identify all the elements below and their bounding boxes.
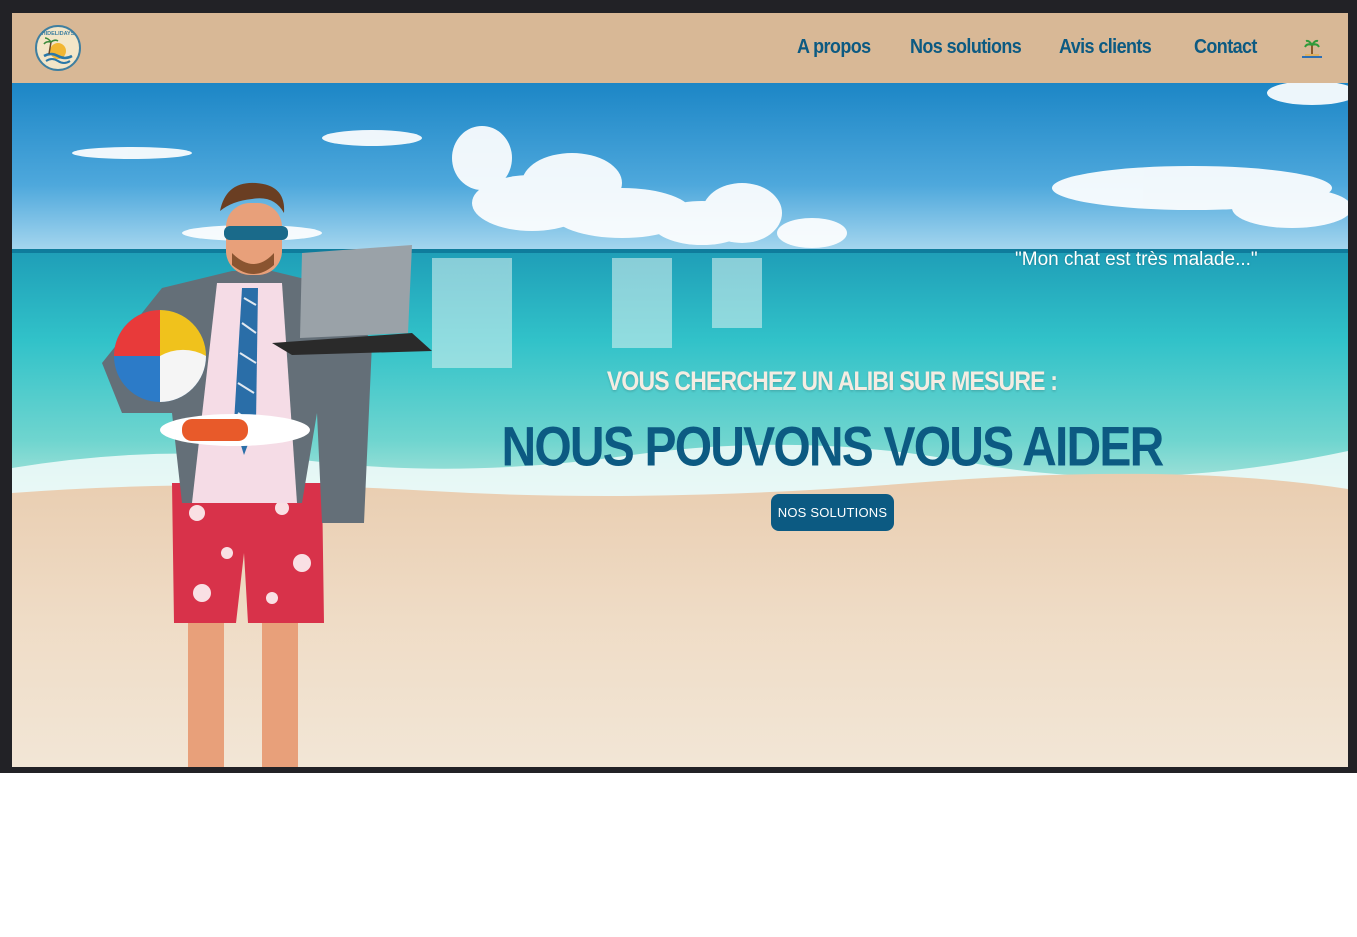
nav-link-avis-clients[interactable]: Avis clients: [1059, 35, 1152, 59]
active-link-underline: [1302, 56, 1322, 58]
window-frame-top: [0, 0, 1357, 13]
window-frame-right: [1348, 13, 1357, 773]
logo-text: HIDELIDAYS: [42, 31, 75, 37]
palm-tree-icon[interactable]: [1302, 38, 1322, 58]
hero-headline: NOUS POUVONS VOUS AIDER: [501, 417, 1165, 479]
nos-solutions-button[interactable]: NOS SOLUTIONS: [771, 494, 894, 531]
nav-link-a-propos[interactable]: A propos: [797, 35, 871, 59]
nav-link-contact[interactable]: Contact: [1194, 35, 1257, 59]
nav-link-nos-solutions[interactable]: Nos solutions: [910, 35, 1022, 59]
window-frame-bottom: [0, 767, 1357, 773]
window-frame-left: [0, 13, 12, 773]
hero-section: "Mon chat est très malade..." VOUS CHERC…: [12, 83, 1348, 767]
hero-subtitle: VOUS CHERCHEZ UN ALIBI SUR MESURE :: [606, 366, 1058, 396]
hero-quote: "Mon chat est très malade...": [1015, 249, 1258, 270]
navbar: HIDELIDAYS A propos Nos solutions Avis c…: [12, 13, 1348, 83]
hidelidays-logo[interactable]: HIDELIDAYS: [34, 24, 82, 72]
